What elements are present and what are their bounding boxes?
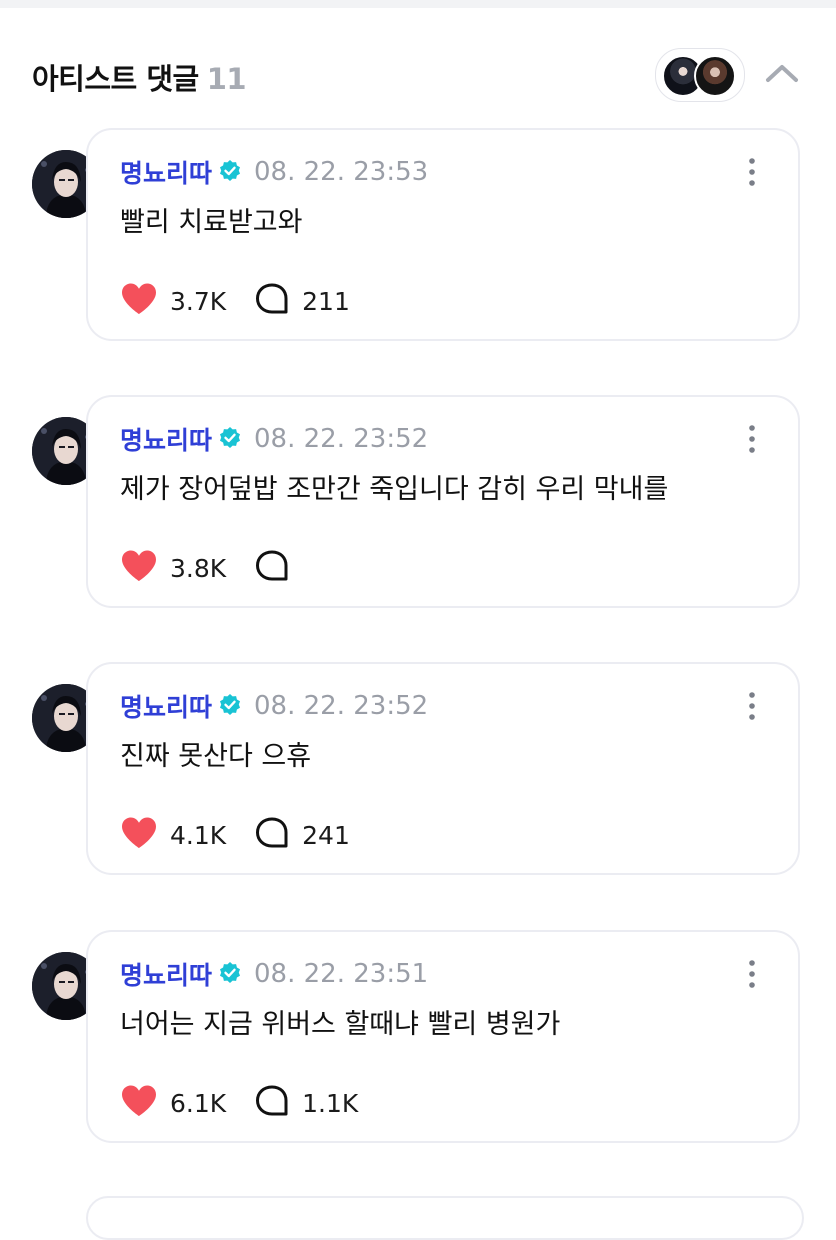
comment-text: 너어는 지금 위버스 할때냐 빨리 병원가: [120, 1009, 561, 1040]
comment-count: 11: [206, 62, 247, 96]
comment-text: 빨리 치료받고와: [120, 207, 303, 238]
comment-item: 명뇨리따 08. 22. 23:52 제가 장어덮밥 조만간 죽입니다 감히 우리…: [32, 395, 802, 608]
comment-card-partial: [86, 1196, 804, 1240]
like-count: 6.1K: [170, 1088, 227, 1118]
comment-meta: 명뇨리따 08. 22. 23:52: [120, 688, 428, 722]
comment-card[interactable]: 명뇨리따 08. 22. 23:51 너어는 지금 위버스 할때냐 빨리 병원가 …: [86, 930, 800, 1143]
section-title-label: 아티스트 댓글: [32, 62, 199, 96]
verified-badge-icon: [218, 426, 242, 450]
verified-badge-icon: [218, 693, 242, 717]
comment-text: 제가 장어덮밥 조만간 죽입니다 감히 우리 막내를: [120, 474, 669, 505]
more-vertical-icon: [749, 425, 755, 453]
comment-bubble-icon[interactable]: [254, 549, 290, 587]
chevron-up-icon: [766, 65, 798, 82]
verified-badge-icon: [218, 159, 242, 183]
comment-card[interactable]: 명뇨리따 08. 22. 23:52 진짜 못산다 으휴 4.1K 241: [86, 662, 800, 875]
top-divider: [0, 0, 836, 8]
comment-meta: 명뇨리따 08. 22. 23:53: [120, 154, 428, 188]
comment-item: 명뇨리따 08. 22. 23:52 진짜 못산다 으휴 4.1K 241: [32, 662, 802, 875]
section-title: 아티스트 댓글 11: [32, 56, 247, 98]
heart-icon[interactable]: [120, 816, 158, 854]
comment-stats: 3.8K: [120, 549, 302, 583]
comment-bubble-icon[interactable]: [254, 282, 290, 320]
comment-meta: 명뇨리따 08. 22. 23:52: [120, 421, 428, 455]
artist-comments-header: 아티스트 댓글 11: [32, 48, 802, 102]
reply-count: 1.1K: [302, 1088, 359, 1118]
comment-card[interactable]: 명뇨리따 08. 22. 23:53 빨리 치료받고와 3.7K 211: [86, 128, 800, 341]
reply-count: 241: [302, 820, 350, 850]
more-options-button[interactable]: [740, 956, 764, 992]
comment-meta: 명뇨리따 08. 22. 23:51: [120, 956, 428, 990]
comment-time: 08. 22. 23:52: [254, 691, 429, 721]
more-vertical-icon: [749, 692, 755, 720]
more-vertical-icon: [749, 158, 755, 186]
like-count: 4.1K: [170, 820, 227, 850]
comment-time: 08. 22. 23:51: [254, 959, 429, 989]
comment-time: 08. 22. 23:53: [254, 157, 429, 187]
comment-bubble-icon[interactable]: [254, 1084, 290, 1122]
collapse-button[interactable]: [762, 54, 802, 94]
more-options-button[interactable]: [740, 688, 764, 724]
like-count: 3.7K: [170, 286, 227, 316]
comment-stats: 4.1K 241: [120, 816, 350, 850]
like-count: 3.8K: [170, 553, 227, 583]
heart-icon[interactable]: [120, 549, 158, 587]
more-options-button[interactable]: [740, 421, 764, 457]
comment-stats: 3.7K 211: [120, 282, 350, 316]
comment-bubble-icon[interactable]: [254, 816, 290, 854]
heart-icon[interactable]: [120, 1084, 158, 1122]
author-name[interactable]: 명뇨리따: [120, 961, 212, 990]
comment-stats: 6.1K 1.1K: [120, 1084, 358, 1118]
more-vertical-icon: [749, 960, 755, 988]
reply-count: 211: [302, 286, 350, 316]
comment-item: 명뇨리따 08. 22. 23:53 빨리 치료받고와 3.7K 211: [32, 128, 802, 341]
comment-item: 명뇨리따 08. 22. 23:51 너어는 지금 위버스 할때냐 빨리 병원가 …: [32, 930, 802, 1143]
author-name[interactable]: 명뇨리따: [120, 159, 212, 188]
artist-avatar: [694, 55, 736, 97]
comment-time: 08. 22. 23:52: [254, 424, 429, 454]
heart-icon[interactable]: [120, 282, 158, 320]
verified-badge-icon: [218, 961, 242, 985]
more-options-button[interactable]: [740, 154, 764, 190]
artist-avatar-stack[interactable]: [655, 48, 745, 102]
comment-text: 진짜 못산다 으휴: [120, 741, 312, 772]
author-name[interactable]: 명뇨리따: [120, 693, 212, 722]
comment-card[interactable]: 명뇨리따 08. 22. 23:52 제가 장어덮밥 조만간 죽입니다 감히 우리…: [86, 395, 800, 608]
author-name[interactable]: 명뇨리따: [120, 426, 212, 455]
